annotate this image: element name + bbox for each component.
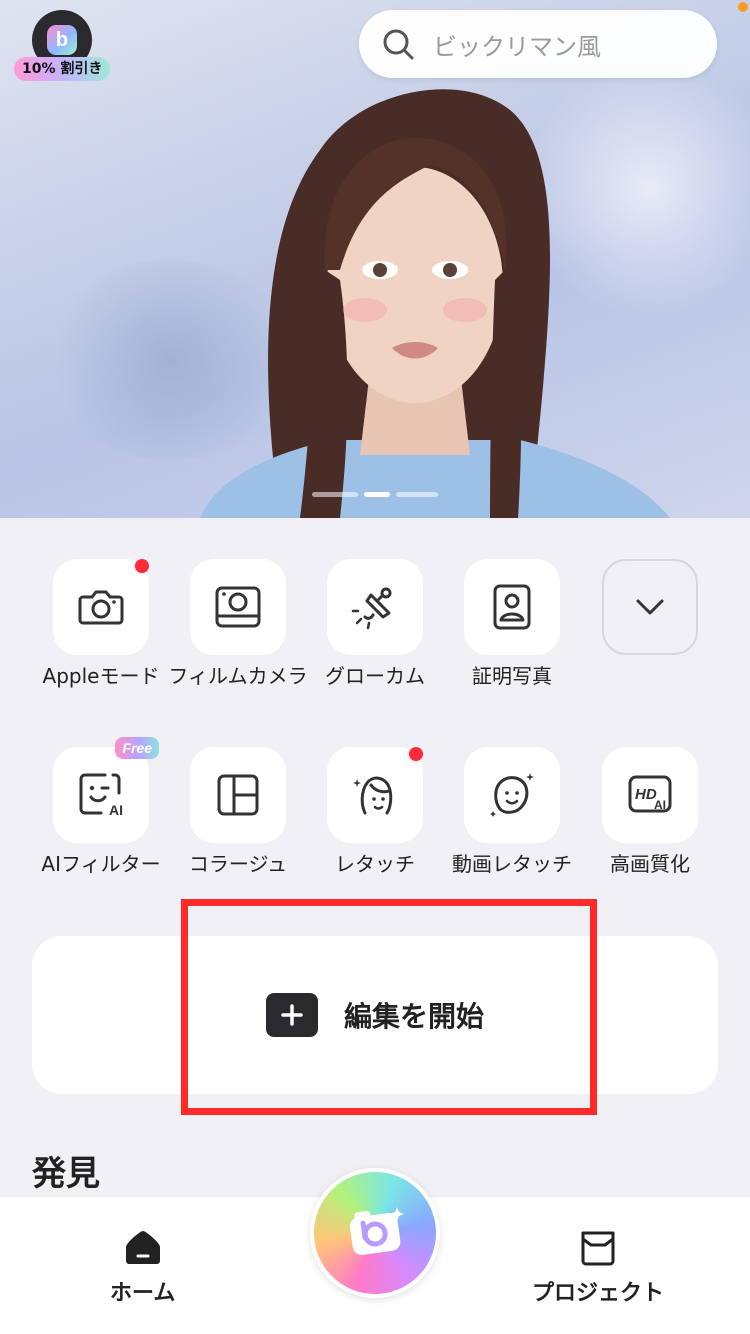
chevron-down-icon — [636, 599, 664, 615]
home-icon — [125, 1231, 160, 1264]
camera-button[interactable] — [310, 1168, 440, 1298]
tool-apple-mode[interactable]: Appleモード — [31, 557, 171, 689]
nav-projects[interactable]: プロジェクト — [532, 1227, 664, 1307]
ai-filter-icon: AI — [79, 773, 123, 818]
tool-id-photo[interactable]: 証明写真 — [442, 559, 582, 689]
tool-label: コラージュ — [188, 852, 288, 876]
tool-label: レタッチ — [335, 852, 415, 876]
carousel-dot — [396, 492, 438, 497]
free-badge: Free — [115, 737, 159, 759]
start-editing-label: 編集を開始 — [343, 1000, 484, 1033]
carousel-indicator — [312, 492, 438, 497]
nav-home-label: ホーム — [110, 1281, 176, 1306]
nav-home[interactable]: ホーム — [110, 1227, 175, 1307]
portrait-image — [200, 89, 670, 518]
ai-text: AI — [109, 802, 123, 818]
plus-icon — [265, 993, 318, 1037]
tool-film-camera[interactable]: フィルムカメラ — [168, 559, 308, 689]
tool-tile[interactable] — [190, 559, 286, 655]
tool-hd-upscale[interactable]: HD AI 高画質化 — [580, 747, 720, 877]
tool-video-retouch[interactable]: 動画レタッチ — [442, 747, 582, 877]
tool-label: Appleモード — [42, 664, 160, 688]
discount-badge[interactable]: 10% 割引き — [14, 57, 111, 81]
search-placeholder: ビックリマン風 — [433, 32, 601, 61]
carousel-dot — [312, 492, 358, 497]
tool-label: 動画レタッチ — [452, 852, 572, 876]
video-retouch-icon — [490, 773, 534, 817]
new-indicator-dot — [133, 557, 151, 575]
tool-ai-filter[interactable]: AI Free AIフィルター — [31, 737, 171, 877]
tool-tile[interactable] — [327, 745, 425, 843]
id-photo-icon — [493, 584, 531, 630]
tool-label: 高画質化 — [610, 852, 690, 876]
camera-icon — [349, 1207, 404, 1255]
discover-heading: 発見 — [32, 1154, 100, 1194]
tool-glow-cam[interactable]: グローカム — [305, 559, 445, 689]
carousel-dot-active — [364, 492, 390, 497]
ai-text: AI — [654, 798, 666, 812]
box-icon — [581, 1231, 615, 1266]
hd-ai-icon: HD AI — [628, 775, 672, 813]
tool-tile[interactable] — [327, 559, 423, 655]
nav-projects-label: プロジェクト — [532, 1281, 665, 1306]
tool-tile[interactable] — [190, 747, 286, 843]
tool-tile[interactable] — [53, 557, 151, 655]
tool-label: グローカム — [325, 664, 425, 688]
start-editing-button[interactable]: 編集を開始 — [32, 936, 718, 1094]
search-bar[interactable]: ビックリマン風 — [359, 10, 717, 78]
retouch-icon — [353, 776, 393, 815]
tool-tile[interactable] — [464, 747, 560, 843]
tool-tile[interactable]: AI Free — [53, 737, 159, 843]
glow-light-icon — [351, 587, 392, 630]
tool-tile[interactable] — [464, 559, 560, 655]
tool-label: AIフィルター — [41, 852, 161, 876]
collage-icon — [217, 774, 259, 816]
expand-tools[interactable] — [580, 559, 720, 655]
expand-button[interactable] — [602, 559, 698, 655]
tool-collage[interactable]: コラージュ — [168, 747, 308, 877]
tool-retouch[interactable]: レタッチ — [305, 745, 445, 877]
camera-icon — [78, 590, 124, 625]
notification-dot — [738, 2, 748, 12]
tool-label: 証明写真 — [472, 664, 552, 688]
logo-glyph: b — [47, 25, 77, 55]
search-icon — [383, 29, 414, 60]
film-camera-icon — [215, 586, 261, 628]
tool-label: フィルムカメラ — [168, 664, 308, 688]
new-indicator-dot — [407, 745, 425, 763]
tool-tile[interactable]: HD AI — [602, 747, 698, 843]
